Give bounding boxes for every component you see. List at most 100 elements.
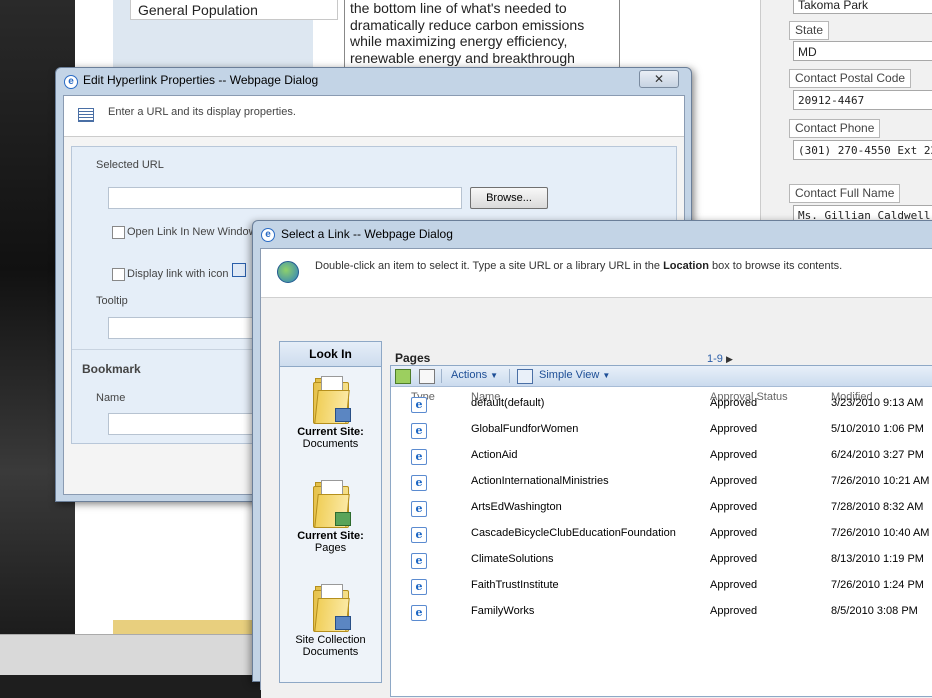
postal-code-field[interactable]: 20912-4467 xyxy=(793,90,932,110)
next-page-icon[interactable]: ▶ xyxy=(726,354,733,364)
description-line: the bottom line of what's needed to xyxy=(350,0,567,16)
row-modified: 3/23/2010 9:13 AM xyxy=(831,397,924,409)
phone-label: Contact Phone xyxy=(789,119,881,138)
postal-code-label: Contact Postal Code xyxy=(789,69,912,88)
folder-icon xyxy=(312,480,351,528)
row-modified: 8/5/2010 3:08 PM xyxy=(831,605,918,617)
row-modified: 8/13/2010 1:19 PM xyxy=(831,553,924,565)
actions-menu[interactable]: Actions ▼ xyxy=(451,369,498,381)
row-name: GlobalFundforWomen xyxy=(471,423,579,435)
state-label: State xyxy=(789,21,830,40)
row-modified: 7/28/2010 8:32 AM xyxy=(831,501,924,513)
select-link-dialog: e Select a Link -- Webpage Dialog Double… xyxy=(252,220,932,698)
tooltip-label: Tooltip xyxy=(96,295,128,307)
row-name: ActionInternationalMinistries xyxy=(471,475,609,487)
folder-icon xyxy=(312,584,351,632)
view-icon xyxy=(517,369,533,384)
selected-url-input[interactable] xyxy=(108,187,462,209)
dialog-instructions: Double-click an item to select it. Type … xyxy=(315,260,842,272)
table-row[interactable]: e ArtsEdWashington Approved 7/28/2010 8:32 … xyxy=(391,494,932,520)
dialog-title: Select a Link -- Webpage Dialog xyxy=(281,227,453,241)
tooltip-input[interactable] xyxy=(108,317,274,339)
row-approval-status: Approved xyxy=(710,527,758,539)
dialog-instructions: Enter a URL and its display properties. xyxy=(108,106,296,118)
page-icon: e xyxy=(411,605,427,621)
close-button[interactable]: ✕ xyxy=(639,70,679,88)
ie-icon: e xyxy=(64,75,78,89)
look-in-item-library: Documents xyxy=(302,438,359,450)
open-new-window-checkbox[interactable] xyxy=(112,226,125,239)
table-row[interactable]: e GlobalFundforWomen Approved 5/10/2010 1:0… xyxy=(391,416,932,442)
row-modified: 5/10/2010 1:06 PM xyxy=(831,423,924,435)
view-label: Simple View xyxy=(539,369,600,381)
row-approval-status: Approved xyxy=(710,475,758,487)
folder-icon xyxy=(312,376,351,424)
pager[interactable]: 1-9 ▶ xyxy=(707,353,733,365)
dialog-title: Edit Hyperlink Properties -- Webpage Dia… xyxy=(83,73,319,87)
page-icon: e xyxy=(411,527,427,543)
look-in-item-library: Site Collection Documents xyxy=(295,634,366,658)
row-approval-status: Approved xyxy=(710,449,758,461)
table-row[interactable]: e ActionInternationalMinistries Approved 7/… xyxy=(391,468,932,494)
description-line: renewable energy and breakthrough xyxy=(350,49,575,66)
city-field[interactable]: Takoma Park xyxy=(793,0,932,14)
look-in-current-site-pages[interactable]: Current Site: Pages xyxy=(280,480,381,554)
full-name-label: Contact Full Name xyxy=(789,184,901,203)
row-name: CascadeBicycleClubEducationFoundation xyxy=(471,527,676,539)
look-in-item-site: Current Site: xyxy=(297,426,364,438)
bookmark-heading: Bookmark xyxy=(82,362,141,376)
view-menu[interactable]: Simple View ▼ xyxy=(539,369,610,381)
row-modified: 7/26/2010 10:40 AM xyxy=(831,527,930,539)
look-in-current-site-documents[interactable]: Current Site: Documents xyxy=(280,376,381,450)
globe-link-icon xyxy=(277,261,299,283)
description-line: while maximizing energy efficiency, xyxy=(350,33,568,49)
instructions-text-end: box to browse its contents. xyxy=(708,260,843,272)
look-in-panel: Look In Current Site: Documents Current … xyxy=(279,341,382,683)
row-approval-status: Approved xyxy=(710,501,758,513)
table-row[interactable]: e ClimateSolutions Approved 8/13/2010 1:19 … xyxy=(391,546,932,572)
description-text: the bottom line of what's needed to dram… xyxy=(344,0,620,68)
bookmark-name-input[interactable] xyxy=(108,413,274,435)
table-row[interactable]: e FamilyWorks Approved 8/5/2010 3:08 PM xyxy=(391,598,932,624)
description-line: dramatically reduce carbon emissions xyxy=(350,16,585,33)
look-in-site-collection-documents[interactable]: Site Collection Documents xyxy=(280,584,381,658)
page-icon: e xyxy=(411,397,427,413)
look-in-heading: Look In xyxy=(280,342,381,367)
display-icon-checkbox[interactable] xyxy=(112,268,125,281)
row-name: ActionAid xyxy=(471,449,518,461)
list-toolbar: Actions ▼ Simple View ▼ xyxy=(391,366,932,387)
word-doc-icon xyxy=(232,263,246,277)
refresh-icon[interactable] xyxy=(419,369,435,384)
table-row[interactable]: e default(default) Approved 3/23/2010 9:13 … xyxy=(391,390,932,416)
browse-button[interactable]: Browse... xyxy=(470,187,548,209)
row-name: ClimateSolutions xyxy=(471,553,554,565)
row-approval-status: Approved xyxy=(710,579,758,591)
row-approval-status: Approved xyxy=(710,553,758,565)
instructions-text: Double-click an item to select it. Type … xyxy=(315,260,664,272)
row-name: ArtsEdWashington xyxy=(471,501,562,513)
pages-heading: Pages xyxy=(395,351,431,365)
state-value: MD xyxy=(798,45,817,59)
up-folder-icon[interactable] xyxy=(395,369,411,384)
row-name: FaithTrustInstitute xyxy=(471,579,559,591)
dialog-body: Double-click an item to select it. Type … xyxy=(260,248,932,698)
properties-icon xyxy=(78,108,94,122)
display-icon-label: Display link with icon xyxy=(127,268,229,280)
row-modified: 6/24/2010 3:27 PM xyxy=(831,449,924,461)
phone-field[interactable]: (301) 270-4550 Ext 229 xyxy=(793,140,932,160)
state-select[interactable]: MD xyxy=(793,41,932,61)
general-population-item[interactable]: General Population xyxy=(130,0,338,20)
dialog-header: Enter a URL and its display properties. xyxy=(64,96,684,137)
table-row[interactable]: e FaithTrustInstitute Approved 7/26/2010 1:… xyxy=(391,572,932,598)
page-icon: e xyxy=(411,475,427,491)
page-icon: e xyxy=(411,423,427,439)
table-row[interactable]: e CascadeBicycleClubEducationFoundation Ap… xyxy=(391,520,932,546)
selected-url-label: Selected URL xyxy=(96,159,164,171)
table-row[interactable]: e ActionAid Approved 6/24/2010 3:27 PM xyxy=(391,442,932,468)
page-icon: e xyxy=(411,553,427,569)
row-approval-status: Approved xyxy=(710,397,758,409)
open-new-window-label: Open Link In New Window xyxy=(127,226,257,238)
row-modified: 7/26/2010 1:24 PM xyxy=(831,579,924,591)
ie-icon: e xyxy=(261,228,275,242)
look-in-item-site: Current Site: xyxy=(297,530,364,542)
